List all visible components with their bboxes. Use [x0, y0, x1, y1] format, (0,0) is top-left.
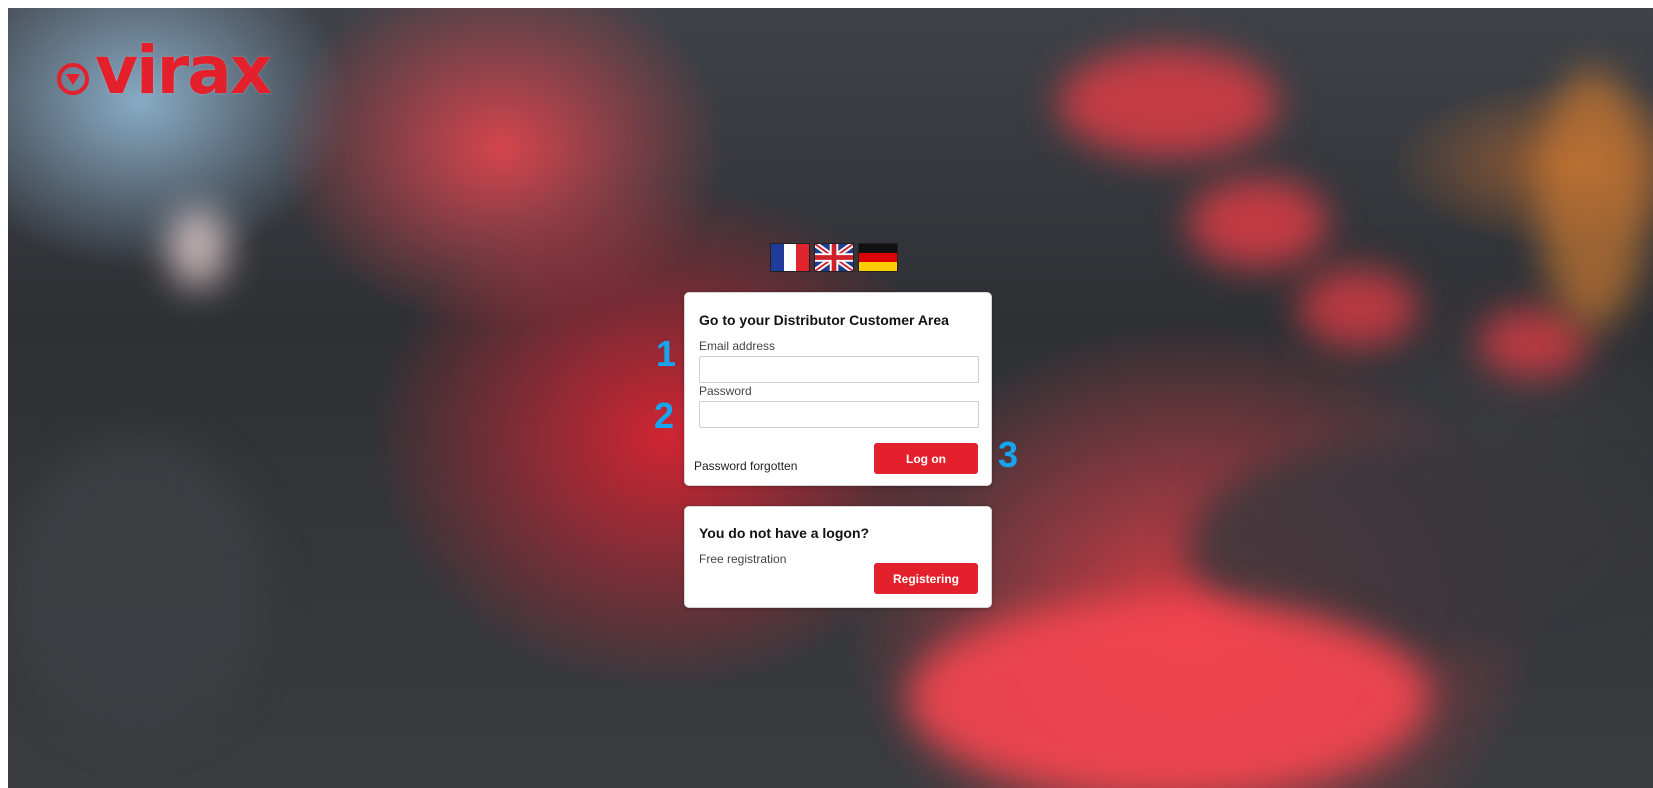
password-label: Password	[699, 384, 752, 398]
email-field[interactable]	[699, 356, 979, 383]
register-title: You do not have a logon?	[699, 525, 870, 541]
annotation-marker-2: 2	[654, 395, 675, 436]
virax-logo-icon	[57, 63, 89, 95]
logo-wordmark: virax	[95, 32, 272, 109]
flag-germany-icon[interactable]	[858, 243, 898, 272]
background-blob	[1538, 68, 1648, 328]
background-blob	[8, 438, 268, 738]
register-subtitle: Free registration	[699, 552, 787, 566]
background-blob	[1058, 48, 1278, 158]
annotation-marker-1: 1	[656, 333, 677, 374]
log-on-button[interactable]: Log on	[874, 443, 978, 474]
language-selector	[770, 243, 898, 272]
background-blob	[1188, 178, 1328, 268]
background-blob	[908, 598, 1428, 788]
email-label: Email address	[699, 339, 776, 353]
register-card: You do not have a logon? Free registrati…	[684, 506, 992, 608]
annotation-marker-3: 3	[998, 434, 1019, 475]
password-field[interactable]	[699, 401, 979, 428]
login-title: Go to your Distributor Customer Area	[699, 312, 949, 328]
background-blob	[1298, 268, 1418, 348]
login-card: Go to your Distributor Customer Area Ema…	[684, 292, 992, 486]
flag-uk-icon[interactable]	[814, 243, 854, 272]
background-blob	[168, 208, 228, 288]
password-forgotten-link[interactable]: Password forgotten	[694, 459, 797, 473]
flag-france-icon[interactable]	[770, 243, 810, 272]
registering-button[interactable]: Registering	[874, 563, 978, 594]
virax-logo: virax	[57, 32, 272, 109]
